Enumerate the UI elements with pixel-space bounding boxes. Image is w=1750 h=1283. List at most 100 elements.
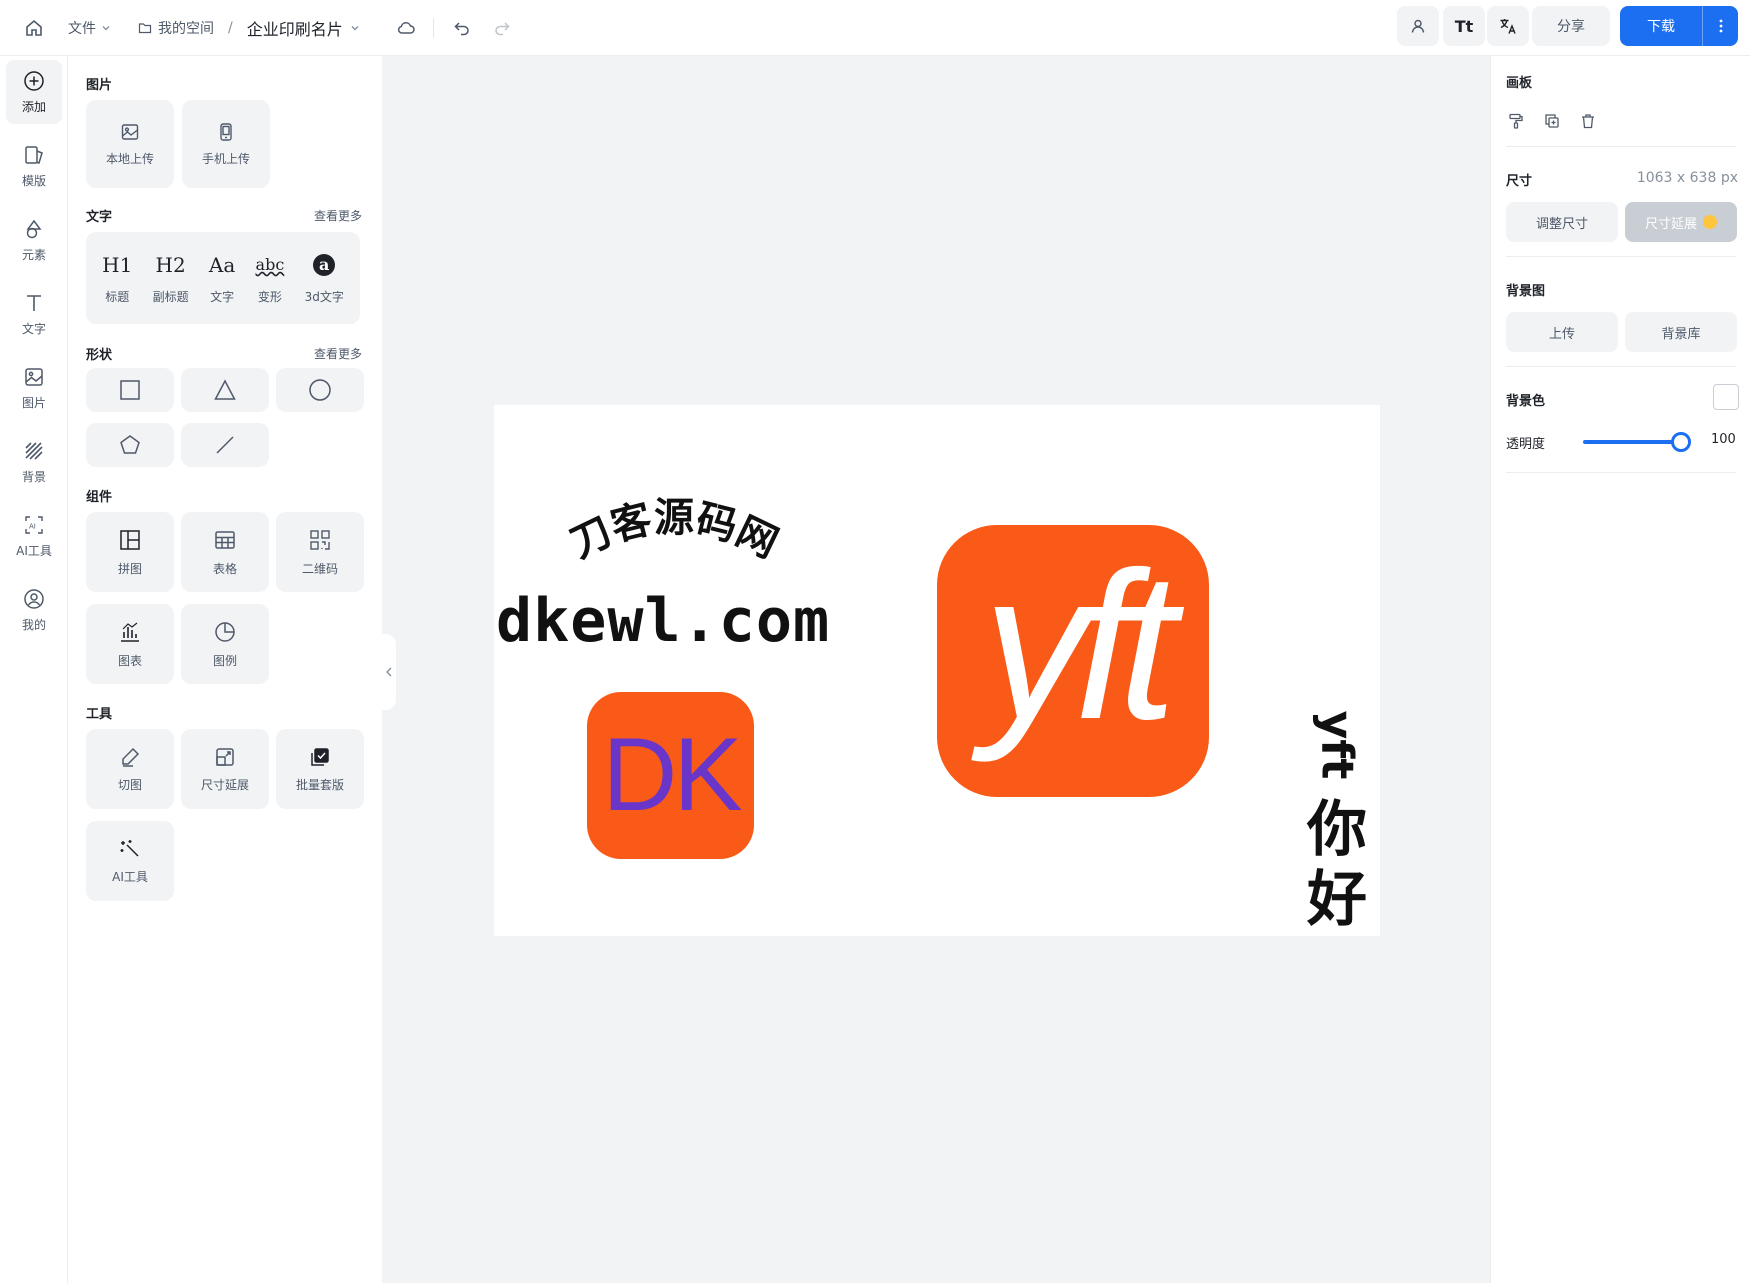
plus-circle-icon xyxy=(24,70,44,91)
shape-triangle[interactable] xyxy=(181,368,269,412)
component-qrcode[interactable]: 二维码 xyxy=(276,512,364,592)
bg-image-title: 背景图 xyxy=(1506,284,1546,299)
text-preset-subheading[interactable]: H2 副标题 xyxy=(153,252,189,305)
component-chart[interactable]: 图表 xyxy=(86,604,174,684)
chevron-down-icon[interactable] xyxy=(349,22,361,34)
resize-canvas-button[interactable]: 调整尺寸 xyxy=(1506,202,1618,242)
vertical-text-element[interactable]: yft 你 好 xyxy=(1302,695,1372,935)
artboard-actions xyxy=(1505,110,1599,132)
text-see-more-link[interactable]: 查看更多 xyxy=(314,207,362,224)
table-icon xyxy=(215,530,235,549)
vertical-text-char: 你 xyxy=(1307,795,1367,865)
shapes-see-more-link[interactable]: 查看更多 xyxy=(314,345,362,362)
text-preset-label: 标题 xyxy=(105,289,130,304)
share-button[interactable]: 分享 xyxy=(1532,6,1610,46)
vip-badge-icon xyxy=(1703,215,1717,229)
design-canvas[interactable]: 刀客源码网 dkewl.com DK yft yft 你 好 xyxy=(494,405,1380,936)
3d-text-glyph: a xyxy=(313,252,336,278)
text-style-button[interactable]: Tt xyxy=(1443,6,1485,46)
tile-label: 批量套版 xyxy=(295,777,344,792)
shape-line[interactable] xyxy=(181,423,269,467)
text-preset-body[interactable]: Aa 文字 xyxy=(209,252,235,305)
section-title-shapes: 形状 xyxy=(86,348,113,363)
text-preset-label: 3d文字 xyxy=(304,289,344,304)
shape-circle[interactable] xyxy=(276,368,364,412)
cloud-save-button[interactable] xyxy=(392,14,420,42)
translate-icon xyxy=(1500,19,1516,34)
component-table[interactable]: 表格 xyxy=(181,512,269,592)
translate-button[interactable] xyxy=(1487,6,1529,46)
tool-cut[interactable]: 切图 xyxy=(86,729,174,809)
format-painter-button[interactable] xyxy=(1505,110,1527,132)
more-options-button[interactable] xyxy=(1702,6,1738,46)
component-collage[interactable]: 拼图 xyxy=(86,512,174,592)
phone-upload-button[interactable]: 手机上传 xyxy=(182,100,270,188)
tile-label: 切图 xyxy=(117,777,142,792)
shapes-icon xyxy=(26,219,42,238)
rail-item-label: 文字 xyxy=(21,321,46,336)
arc-text-element[interactable]: 刀客源码网 xyxy=(544,491,804,581)
local-upload-button[interactable]: 本地上传 xyxy=(86,100,174,188)
shape-pentagon[interactable] xyxy=(86,423,174,467)
tile-label: 图表 xyxy=(117,653,142,668)
cut-icon xyxy=(122,747,140,767)
divider xyxy=(1506,146,1736,147)
undo-icon xyxy=(454,22,469,36)
opacity-value: 100 xyxy=(1711,432,1736,447)
toolbar-divider xyxy=(433,18,434,38)
text-preset-label: 副标题 xyxy=(152,289,189,304)
breadcrumb-space[interactable]: 我的空间 xyxy=(158,18,214,38)
component-legend[interactable]: 图例 xyxy=(181,604,269,684)
section-title-tools: 工具 xyxy=(86,707,113,722)
undo-button[interactable] xyxy=(448,14,476,42)
collaborator-button[interactable] xyxy=(1397,6,1439,46)
tile-label: 图例 xyxy=(212,653,237,668)
phone-icon xyxy=(220,122,232,141)
yft-logo-image[interactable]: yft xyxy=(937,525,1209,797)
tool-batch-template[interactable]: 批量套版 xyxy=(276,729,364,809)
section-title-images: 图片 xyxy=(86,78,113,93)
rail-item-background[interactable]: 背景 xyxy=(6,430,62,494)
rail-item-ai[interactable]: AI AI工具 xyxy=(6,504,62,568)
rail-item-label: 模版 xyxy=(21,173,46,188)
qrcode-icon xyxy=(310,529,330,550)
dk-logo-image[interactable]: DK xyxy=(587,692,754,859)
home-button[interactable] xyxy=(20,14,48,42)
text-preset-heading[interactable]: H1 标题 xyxy=(102,252,132,305)
domain-text-element[interactable]: dkewl.com xyxy=(496,591,830,651)
section-title-components: 组件 xyxy=(86,490,113,505)
size-extend-button[interactable]: 尺寸延展 xyxy=(1625,202,1737,242)
rail-item-add[interactable]: 添加 xyxy=(6,60,62,124)
tool-ai[interactable]: AI工具 xyxy=(86,821,174,901)
bg-library-button[interactable]: 背景库 xyxy=(1625,312,1737,352)
vertical-text-latin: yft xyxy=(1311,710,1363,780)
text-preset-label: 变形 xyxy=(257,289,282,304)
text-preset-3d[interactable]: a 3d文字 xyxy=(305,252,344,305)
text-preset-warp[interactable]: abc 变形 xyxy=(256,252,285,305)
document-title[interactable]: 企业印刷名片 xyxy=(247,16,343,40)
bg-color-swatch[interactable] xyxy=(1713,384,1739,410)
shape-rectangle[interactable] xyxy=(86,368,174,412)
triangle-icon xyxy=(214,379,236,400)
panel-collapse-toggle[interactable] xyxy=(382,634,396,710)
rail-item-mine[interactable]: 我的 xyxy=(6,578,62,642)
redo-button[interactable] xyxy=(488,14,516,42)
rail-item-template[interactable]: 模版 xyxy=(6,134,62,198)
opacity-slider-thumb[interactable] xyxy=(1671,432,1691,452)
background-icon xyxy=(25,441,43,460)
resize-icon xyxy=(216,747,234,766)
rail-item-label: 图片 xyxy=(21,395,46,410)
user-icon xyxy=(1411,19,1425,33)
divider xyxy=(1506,472,1736,473)
rail-item-text[interactable]: 文字 xyxy=(6,282,62,346)
file-menu[interactable]: 文件 xyxy=(68,14,112,42)
duplicate-button[interactable] xyxy=(1541,110,1563,132)
delete-button[interactable] xyxy=(1577,110,1599,132)
tile-label: 二维码 xyxy=(301,561,338,576)
tool-resize[interactable]: 尺寸延展 xyxy=(181,729,269,809)
upload-bg-button[interactable]: 上传 xyxy=(1506,312,1618,352)
download-button[interactable]: 下载 xyxy=(1620,6,1702,46)
rail-item-image[interactable]: 图片 xyxy=(6,356,62,420)
rail-item-elements[interactable]: 元素 xyxy=(6,208,62,272)
more-vertical-icon xyxy=(1719,19,1722,33)
